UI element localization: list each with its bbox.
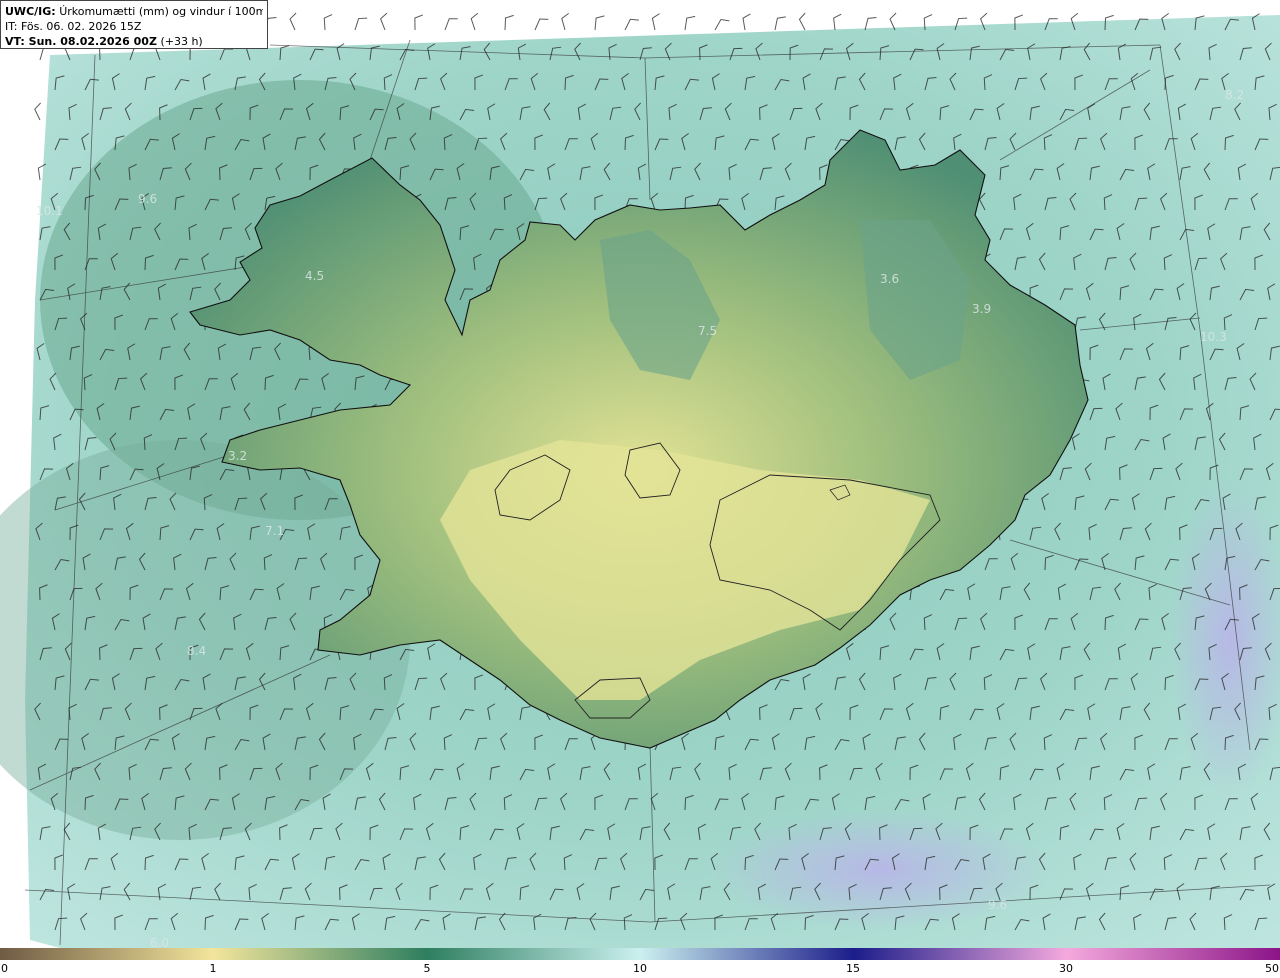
valid-time: VT: Sun. 08.02.2026 00Z [5,35,157,48]
model-code: UWC/IG: [5,5,56,18]
colorbar-legend: 0 1 5 10 15 30 50 [0,948,1280,978]
value-label-nw: 9.6 [138,192,157,206]
issue-prefix: IT: [5,20,18,33]
map-title: Úrkomumætti (mm) og vindur í 100m hæð [59,5,263,18]
value-label-faxafloi: 7.1 [265,524,284,538]
weather-map[interactable]: 10.1 9.6 4.5 3.2 7.1 8.4 7.5 3.6 3.9 10.… [0,0,1280,948]
colorbar-tick-1: 1 [209,962,217,975]
colorbar-tick-10: 10 [633,962,647,975]
value-label-north: 7.5 [698,324,717,338]
colorbar-tick-5: 5 [423,962,431,975]
colorbar-strip [0,948,1280,960]
map-title-line: UWC/IG: Úrkomumætti (mm) og vindur í 100… [5,4,263,19]
value-label-east: 3.9 [972,302,991,316]
value-label-west: 10.1 [36,204,63,218]
issue-time-line: IT: Fös. 06. 02. 2026 15Z [5,19,263,34]
value-label-sw-corner: 6.0 [150,936,169,948]
colorbar-tick-0: 0 [1,962,8,975]
value-label-east-ocean: 10.3 [1200,330,1227,344]
value-label-westfjords: 4.5 [305,269,324,283]
value-label-south-ocean: 9.6 [988,898,1007,912]
value-label-ne-ocean: 8.2 [1225,88,1244,102]
value-label-snaefellsnes: 3.2 [228,449,247,463]
colorbar-tick-50: 50 [1265,962,1279,975]
valid-time-line: VT: Sun. 08.02.2026 00Z (+33 h) [5,34,263,49]
colorbar-tick-30: 30 [1059,962,1073,975]
valid-offset: (+33 h) [160,35,203,48]
colorbar-tick-15: 15 [846,962,860,975]
value-label-northeast: 3.6 [880,272,899,286]
info-box: UWC/IG: Úrkomumætti (mm) og vindur í 100… [0,0,268,49]
issue-time: Fös. 06. 02. 2026 15Z [20,20,142,33]
value-label-sw-ocean: 8.4 [187,644,206,658]
